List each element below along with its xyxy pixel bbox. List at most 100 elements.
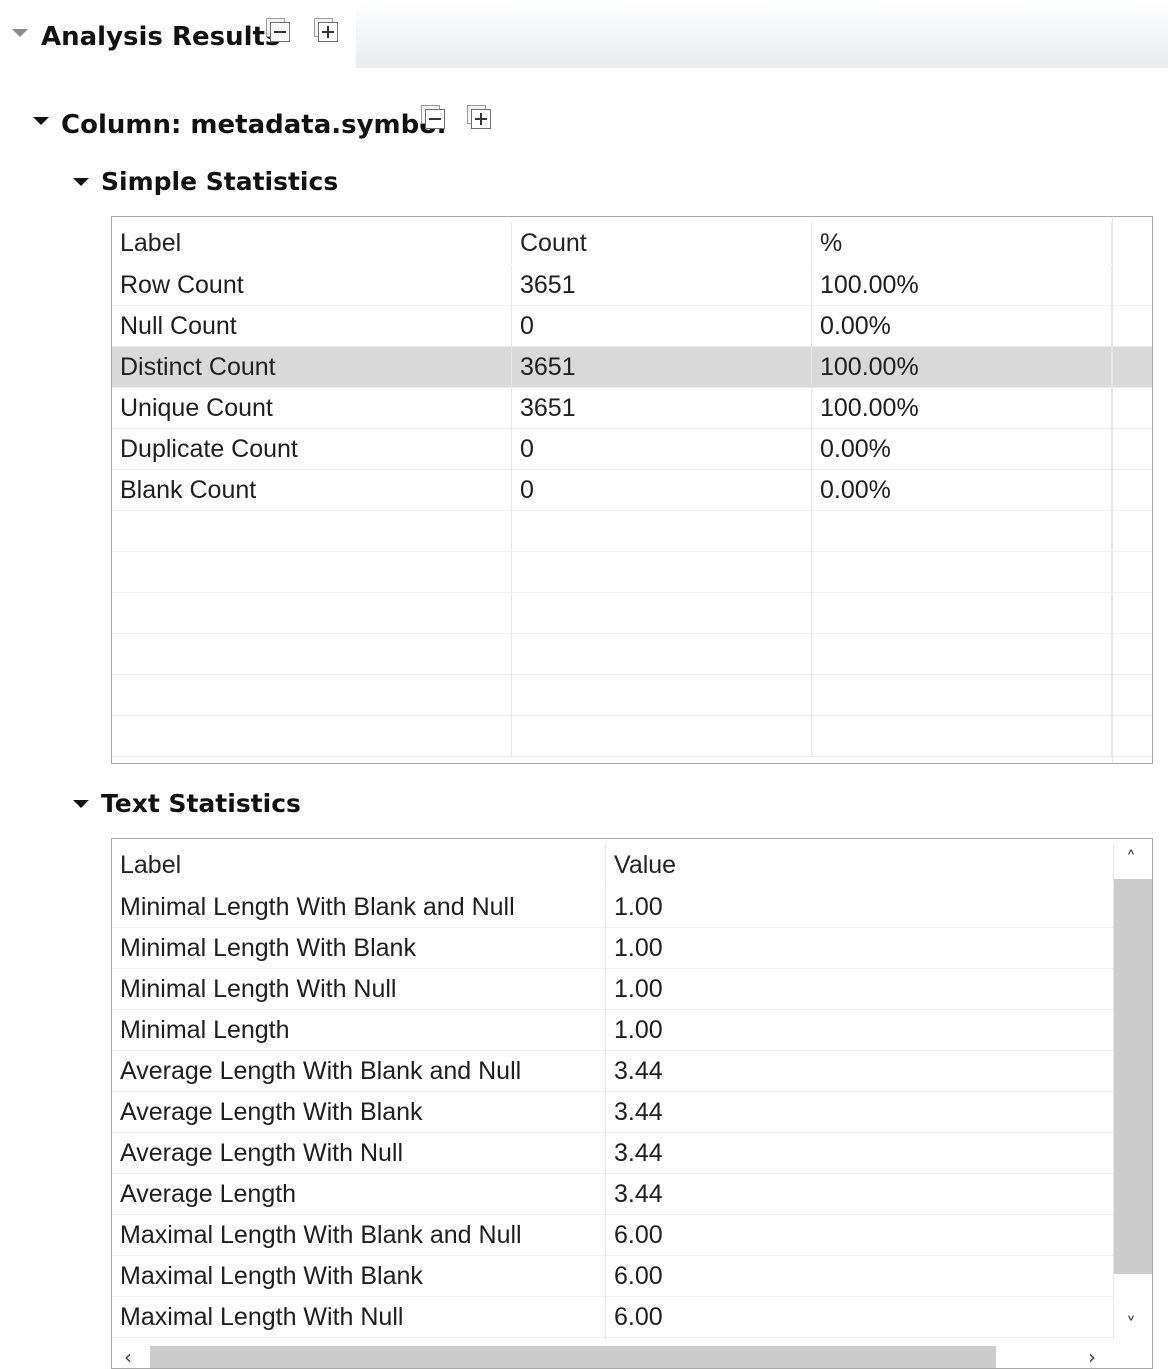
table-cell: 0.00% (812, 306, 1112, 347)
table-cell: Average Length With Blank and Null (112, 1051, 606, 1092)
vertical-scrollbar-thumb[interactable] (1114, 879, 1152, 1274)
table-cell: 0 (512, 306, 812, 347)
column-divider (1112, 217, 1113, 763)
table-cell: 6.00 (606, 1297, 1114, 1338)
empty-table-row (112, 511, 1152, 552)
vertical-scrollbar[interactable]: ˄ ˅ (1114, 839, 1152, 1347)
table-cell: 0 (512, 470, 812, 511)
empty-cell (812, 593, 1112, 634)
table-cell: Maximal Length With Null (112, 1297, 606, 1338)
table-cell: Average Length With Null (112, 1133, 606, 1174)
empty-cell (812, 552, 1112, 593)
empty-cell (112, 675, 512, 716)
table-cell: Minimal Length With Blank and Null (112, 887, 606, 928)
table-row[interactable]: Blank Count 0 0.00% (112, 470, 1152, 511)
column-header[interactable]: Value (606, 845, 1114, 886)
table-row[interactable]: Duplicate Count 0 0.00% (112, 429, 1152, 470)
table-cell: Minimal Length (112, 1010, 606, 1051)
table-cell: 6.00 (606, 1256, 1114, 1297)
analysis-results-tab: Analysis Results (0, 0, 356, 68)
collapse-all-icon (274, 31, 286, 33)
table-cell: Unique Count (112, 388, 512, 429)
column-section-title: Column: metadata.symbol (61, 110, 447, 140)
scroll-right-icon[interactable]: › (1088, 1345, 1096, 1368)
empty-cell (812, 511, 1112, 552)
section-collapse-triangle-icon[interactable] (12, 29, 28, 37)
table-row[interactable]: Maximal Length With Blank 6.00 (112, 1256, 1114, 1297)
empty-cell (812, 634, 1112, 675)
table-cell: 100.00% (812, 265, 1112, 306)
empty-cell (112, 552, 512, 593)
table-cell: 0.00% (812, 470, 1112, 511)
column-section-toggle-icon[interactable] (33, 117, 49, 125)
collapse-all-button[interactable] (266, 18, 290, 42)
table-row[interactable]: Average Length With Null 3.44 (112, 1133, 1114, 1174)
table-row[interactable]: Unique Count 3651 100.00% (112, 388, 1152, 429)
horizontal-scrollbar[interactable]: ‹ › (112, 1339, 1114, 1368)
empty-cell (112, 511, 512, 552)
table-header-row: Label Value (112, 845, 1114, 886)
table-row[interactable]: Maximal Length With Blank and Null 6.00 (112, 1215, 1114, 1256)
table-row[interactable]: Average Length 3.44 (112, 1174, 1114, 1215)
table-cell: 0 (512, 429, 812, 470)
table-cell: Null Count (112, 306, 512, 347)
table-row[interactable]: Minimal Length With Blank and Null 1.00 (112, 887, 1114, 928)
text-statistics-title: Text Statistics (101, 789, 301, 818)
expand-all-button[interactable] (314, 18, 338, 42)
empty-cell (512, 634, 812, 675)
empty-cell (512, 675, 812, 716)
empty-cell (812, 675, 1112, 716)
table-cell: Minimal Length With Blank (112, 928, 606, 969)
column-header[interactable]: Count (512, 223, 812, 264)
empty-table-row (112, 675, 1152, 716)
table-row[interactable]: Average Length With Blank and Null 3.44 (112, 1051, 1114, 1092)
empty-table-row (112, 552, 1152, 593)
scroll-up-icon[interactable]: ˄ (1126, 847, 1136, 871)
empty-cell (512, 552, 812, 593)
column-collapse-button[interactable] (421, 105, 445, 129)
column-header[interactable]: Label (112, 223, 512, 264)
table-cell: Blank Count (112, 470, 512, 511)
table-row[interactable]: Maximal Length With Null 6.00 (112, 1297, 1114, 1338)
table-cell: 3.44 (606, 1051, 1114, 1092)
text-statistics-table: Label Value Minimal Length With Blank and … (111, 838, 1153, 1369)
table-cell: 100.00% (812, 347, 1112, 388)
simple-statistics-title: Simple Statistics (101, 167, 339, 196)
column-header[interactable]: Label (112, 845, 606, 886)
table-row[interactable]: Minimal Length 1.00 (112, 1010, 1114, 1051)
table-cell: Maximal Length With Blank (112, 1256, 606, 1297)
table-cell: 1.00 (606, 928, 1114, 969)
empty-cell (112, 716, 512, 757)
text-statistics-toggle-icon[interactable] (73, 800, 89, 808)
simple-statistics-toggle-icon[interactable] (73, 178, 89, 186)
table-cell: 0.00% (812, 429, 1112, 470)
column-expand-button[interactable] (467, 105, 491, 129)
table-row[interactable]: Null Count 0 0.00% (112, 306, 1152, 347)
table-cell: 3651 (512, 347, 812, 388)
column-header[interactable]: % (812, 223, 1112, 264)
scroll-left-icon[interactable]: ‹ (124, 1345, 132, 1368)
empty-cell (512, 593, 812, 634)
table-cell: 3.44 (606, 1174, 1114, 1215)
table-row[interactable]: Distinct Count 3651 100.00% (112, 347, 1152, 388)
table-cell: 3651 (512, 388, 812, 429)
table-cell: Minimal Length With Null (112, 969, 606, 1010)
table-row[interactable]: Minimal Length With Null 1.00 (112, 969, 1114, 1010)
table-row[interactable]: Minimal Length With Blank 1.00 (112, 928, 1114, 969)
table-row[interactable]: Row Count 3651 100.00% (112, 265, 1152, 306)
empty-table-row (112, 634, 1152, 675)
empty-table-row (112, 593, 1152, 634)
page-title: Analysis Results (41, 22, 281, 52)
table-cell: Maximal Length With Blank and Null (112, 1215, 606, 1256)
table-cell: 1.00 (606, 1010, 1114, 1051)
table-cell: Average Length With Blank (112, 1092, 606, 1133)
table-cell: Distinct Count (112, 347, 512, 388)
scroll-down-icon[interactable]: ˅ (1126, 1313, 1136, 1337)
empty-cell (512, 716, 812, 757)
simple-statistics-table: Label Count% Row Count 3651 100.00% Null Coun… (111, 216, 1153, 764)
table-row[interactable]: Average Length With Blank 3.44 (112, 1092, 1114, 1133)
table-cell: 1.00 (606, 887, 1114, 928)
table-header-row: Label Count% (112, 223, 1152, 264)
table-cell: Average Length (112, 1174, 606, 1215)
horizontal-scrollbar-thumb[interactable] (150, 1346, 996, 1368)
